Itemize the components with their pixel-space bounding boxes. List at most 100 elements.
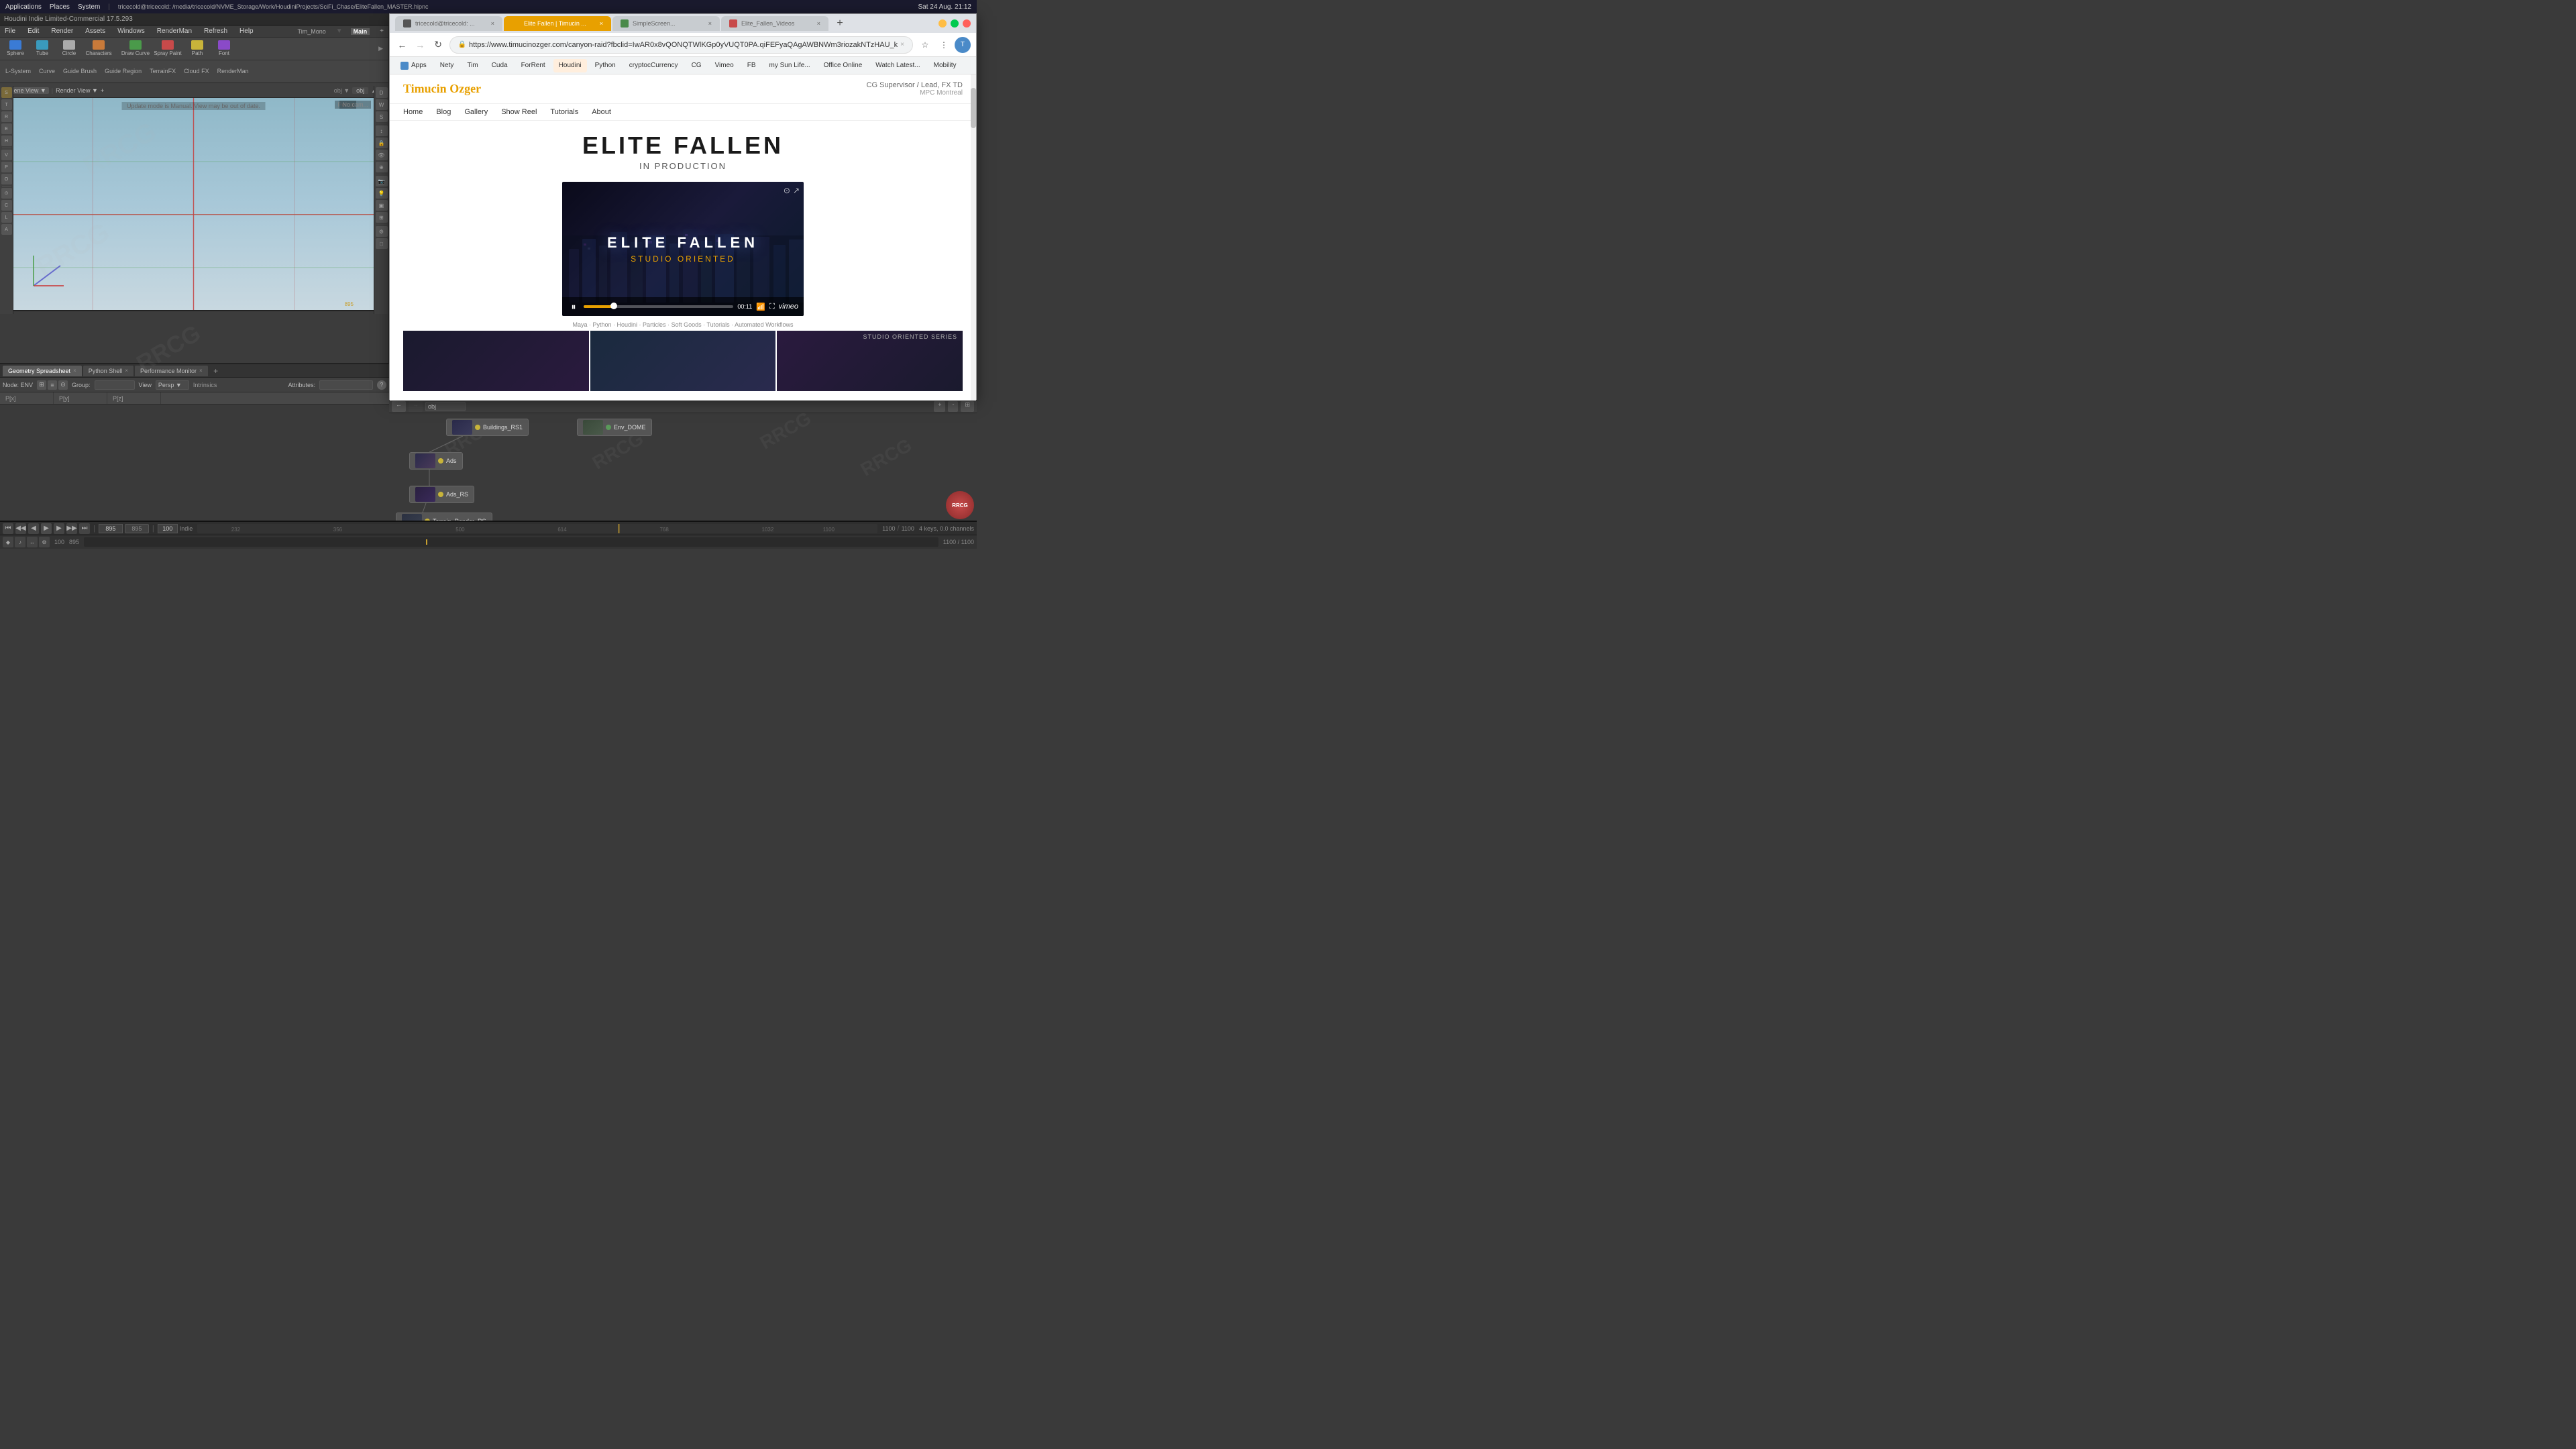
bookmark-python[interactable]: Python <box>590 59 621 72</box>
tl-frame-input[interactable] <box>99 524 123 533</box>
url-clear[interactable]: × <box>900 41 904 48</box>
bookmark-vimeo[interactable]: Vimeo <box>710 59 739 72</box>
spt-btn3[interactable]: ⊙ <box>58 380 68 390</box>
video-pause-btn[interactable]: ⏸ <box>568 301 580 313</box>
bookmark-nety[interactable]: Nety <box>435 59 460 72</box>
node-ads[interactable]: Ads <box>409 452 463 470</box>
menu-edit[interactable]: Edit <box>25 28 41 35</box>
shelf-tool-circle[interactable]: Circle <box>56 38 82 58</box>
net-fit[interactable]: ⊞ <box>961 401 974 412</box>
tool-pose[interactable]: O <box>1 174 12 184</box>
chrome-tab-elite-fallen[interactable]: Elite Fallen | Timucin ... × <box>504 16 611 31</box>
os-app-menu[interactable]: Applications <box>5 3 42 11</box>
video-settings-icon[interactable]: ⊙ <box>784 186 790 195</box>
tl-icon-range[interactable]: ↔ <box>27 537 38 547</box>
chrome-scrollbar[interactable] <box>971 74 976 400</box>
rtool-wire[interactable]: W <box>376 99 388 110</box>
menu-assets[interactable]: Assets <box>83 28 107 35</box>
rtool-snap2[interactable]: ⊕ <box>376 162 388 172</box>
obj-path[interactable]: obj <box>352 87 368 94</box>
group-input[interactable] <box>95 380 135 390</box>
bookmark-office[interactable]: Office Online <box>818 59 868 72</box>
os-places-menu[interactable]: Places <box>50 3 70 11</box>
view-dropdown[interactable]: Persp ▼ <box>156 380 189 390</box>
nav-home[interactable]: Home <box>403 108 423 116</box>
shelf-tool-characters[interactable]: Characters <box>83 38 114 58</box>
tab-add[interactable]: + <box>211 366 221 376</box>
menu-file[interactable]: File <box>3 28 17 35</box>
menu-windows[interactable]: Windows <box>115 28 147 35</box>
net-nav-back[interactable]: ← <box>392 401 406 412</box>
net-path-input[interactable]: obj <box>425 402 466 411</box>
tl-btn-next-frame[interactable]: ▶ <box>54 523 64 534</box>
thumb-item-2[interactable] <box>590 331 776 391</box>
render-view-label[interactable]: Render View ▼ <box>56 87 98 94</box>
menu-render[interactable]: Render <box>49 28 75 35</box>
chrome-maximize[interactable] <box>951 19 959 28</box>
intrinsics-btn[interactable]: Intrinsics <box>193 382 217 388</box>
thumb-item-1[interactable] <box>403 331 589 391</box>
rtool-shaded[interactable]: S <box>376 111 388 122</box>
tool-paint[interactable]: P <box>1 162 12 172</box>
net-nav-forward[interactable]: → <box>409 401 423 412</box>
chrome-settings-btn[interactable]: ⋮ <box>936 37 952 53</box>
rtool-cam[interactable]: 📷 <box>376 176 388 186</box>
nav-forward[interactable]: → <box>413 37 427 53</box>
net-zoom-in[interactable]: + <box>934 401 945 412</box>
tab-python-shell[interactable]: Python Shell × <box>83 366 133 376</box>
bookmark-mobility[interactable]: Mobility <box>928 59 962 72</box>
shelf-tool-tube[interactable]: Tube <box>30 38 55 58</box>
video-volume-icon[interactable]: 📶 <box>756 303 765 311</box>
nav-back[interactable]: ← <box>395 37 409 53</box>
shelf-more-btn[interactable]: ▶ <box>376 45 386 52</box>
tool-rotate[interactable]: R <box>1 111 12 122</box>
tool-view[interactable]: V <box>1 150 12 160</box>
tool-camera[interactable]: C <box>1 200 12 211</box>
rtool-lock[interactable]: 🔒 <box>376 138 388 148</box>
tool-transform[interactable]: T <box>1 99 12 110</box>
shelf-tool-font[interactable]: Font <box>211 38 237 58</box>
tab-close-perf[interactable]: × <box>199 368 203 374</box>
nav-about[interactable]: About <box>592 108 611 116</box>
shelf-tool-sphere[interactable]: Sphere <box>3 38 28 58</box>
tl-fps-input[interactable] <box>158 524 178 533</box>
shelf-set-main[interactable]: Main <box>351 28 370 35</box>
nav-showreel[interactable]: Show Reel <box>501 108 537 116</box>
node-terrain-render-rs[interactable]: Terrain_Render_RS <box>396 513 492 521</box>
bookmark-forrent[interactable]: ForRent <box>516 59 551 72</box>
tool-snap[interactable]: ⊙ <box>1 188 12 199</box>
shelf-row2-curve[interactable]: Curve <box>36 68 58 74</box>
chrome-minimize[interactable] <box>938 19 947 28</box>
nav-reload[interactable]: ↻ <box>431 37 445 53</box>
tl-icon-keys[interactable]: ◆ <box>3 537 13 547</box>
os-system-menu[interactable]: System <box>78 3 100 11</box>
shelf-add-btn[interactable]: + <box>378 28 386 35</box>
chrome-tab-videos[interactable]: Elite_Fallen_Videos × <box>721 16 828 31</box>
new-tab-btn[interactable]: + <box>833 16 847 31</box>
video-share-icon[interactable]: ↗ <box>793 186 800 195</box>
nav-blog[interactable]: Blog <box>436 108 451 116</box>
tl-btn-forward-all[interactable]: ⏭ <box>79 523 90 534</box>
rtool-grid[interactable]: ⊞ <box>376 212 388 223</box>
shelf-row2-terrain[interactable]: TerrainFX <box>147 68 178 74</box>
tool-anim[interactable]: A <box>1 224 12 235</box>
tl-icon-sound[interactable]: ♪ <box>15 537 25 547</box>
shelf-row2-guide-region[interactable]: Guide Region <box>102 68 144 74</box>
video-fullscreen-icon[interactable]: ⛶ <box>769 303 775 311</box>
rtool-display[interactable]: D <box>376 87 388 98</box>
node-buildings-rs1[interactable]: Buildings_RS1 <box>446 419 529 436</box>
chrome-tab-simplescreen[interactable]: SimpleScreen... × <box>612 16 720 31</box>
tab-close-terminal[interactable]: × <box>491 20 494 27</box>
bookmark-houdini[interactable]: Houdini <box>553 59 587 72</box>
tl-icon-settings[interactable]: ⚙ <box>39 537 50 547</box>
spt-btn1[interactable]: ⊞ <box>37 380 46 390</box>
rtool-render-region[interactable]: □ <box>376 238 388 249</box>
menu-help[interactable]: Help <box>237 28 256 35</box>
nav-gallery[interactable]: Gallery <box>464 108 488 116</box>
shelf-row2-renderman[interactable]: RenderMan <box>215 68 252 74</box>
chrome-tab-terminal[interactable]: tricecold@tricecold: ... × <box>395 16 502 31</box>
tab-close-spreadsheet[interactable]: × <box>73 368 76 374</box>
tl-scroll-area[interactable] <box>84 537 938 547</box>
node-ads-rs[interactable]: Ads_RS <box>409 486 474 503</box>
bookmark-sunlife[interactable]: my Sun Life... <box>764 59 816 72</box>
